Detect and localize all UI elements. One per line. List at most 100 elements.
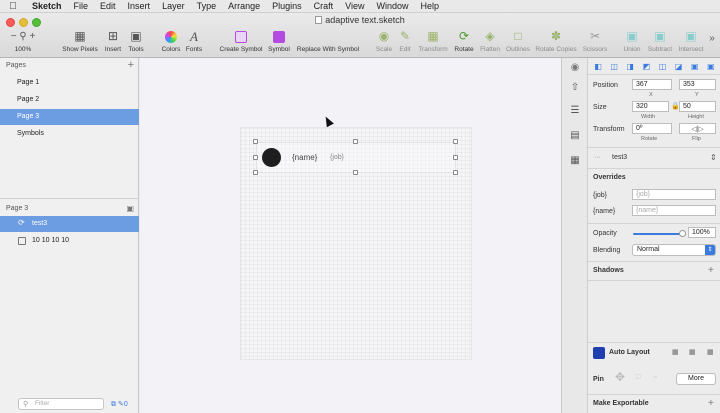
outlines-button[interactable]: □ Outlines [504,29,532,53]
menu-insert[interactable]: Insert [122,1,157,11]
layer-item-text[interactable]: 10 10 10 10 [0,233,139,249]
toolbar-overflow-button[interactable]: » [706,31,718,46]
align-left-icon[interactable]: ◧ [594,62,602,71]
resize-handle-right[interactable] [453,155,458,160]
zoom-in-button[interactable]: + [29,31,35,42]
resize-handle-left[interactable] [253,155,258,160]
insert-button[interactable]: ⊞ Insert [101,29,125,53]
menu-plugins[interactable]: Plugins [266,1,308,11]
autolayout-option-1-icon[interactable]: ▦ [672,348,679,356]
show-pixels-button[interactable]: ▦ Show Pixels [60,29,100,53]
zoom-out-button[interactable]: − [11,31,17,42]
menu-type[interactable]: Type [191,1,223,11]
opacity-input[interactable]: 100% [688,227,716,238]
opacity-slider-knob[interactable] [679,230,686,237]
flip-buttons[interactable]: ◁|▷ [679,123,716,134]
symbol-chevron-icon[interactable]: ⇕ [710,153,717,162]
resize-handle-bottom-left[interactable] [253,170,258,175]
override-job-input[interactable]: {job} [632,189,716,200]
menu-sketch[interactable]: Sketch [26,1,68,11]
share-icon[interactable]: ⇧ [567,80,583,96]
zoom-window-button[interactable] [32,18,41,27]
pin-option-icon[interactable]: □ [636,374,640,381]
x-position-input[interactable]: 367 [632,79,672,90]
apple-menu-icon[interactable]:  [0,1,26,12]
page-item-2[interactable]: Page 2 [0,92,139,108]
menu-layer[interactable]: Layer [156,1,191,11]
distribute-h-icon[interactable]: ▣ [691,62,699,71]
layer-filter-input[interactable]: ⚲ Filter [18,398,104,410]
menu-edit[interactable]: Edit [94,1,122,11]
resize-handle-top-left[interactable] [253,139,258,144]
grid-icon[interactable]: ▦ [567,153,583,169]
autolayout-option-2-icon[interactable]: ▦ [689,348,696,356]
menu-help[interactable]: Help [415,1,446,11]
union-button[interactable]: ▣ Union [620,29,644,53]
align-top-icon[interactable]: ◩ [643,62,651,71]
resize-handle-top-right[interactable] [453,139,458,144]
resize-handle-bottom-right[interactable] [453,170,458,175]
colors-button[interactable]: Colors [160,29,182,53]
shadows-heading: Shadows [593,267,624,274]
close-window-button[interactable] [6,18,15,27]
flip-horizontal-icon[interactable]: ◁ [691,126,696,133]
selected-symbol-instance[interactable]: {name} {job} [256,142,456,173]
scale-button[interactable]: ◉ Scale [374,29,394,53]
menu-file[interactable]: File [68,1,95,11]
add-shadow-button[interactable]: + [708,265,714,276]
create-symbol-button[interactable]: Create Symbol [218,29,264,53]
pin-diagram-icon[interactable]: ✥ [615,370,625,384]
add-page-button[interactable]: + [128,59,134,71]
width-input[interactable]: 320 [632,101,669,112]
y-position-input[interactable]: 353 [679,79,716,90]
rotate-copies-button[interactable]: ✽ Rotate Copies [534,29,578,53]
align-center-h-icon[interactable]: ◫ [610,62,618,71]
override-name-input[interactable]: {name} [632,205,716,216]
menu-window[interactable]: Window [371,1,415,11]
intersect-button[interactable]: ▣ Intersect [676,29,706,53]
edit-button[interactable]: ✎ Edit [396,29,414,53]
minimize-window-button[interactable] [19,18,28,27]
menu-arrange[interactable]: Arrange [222,1,266,11]
align-middle-icon[interactable]: ◫ [659,62,667,71]
page-item-1[interactable]: Page 1 [0,75,139,91]
resize-handle-bottom[interactable] [353,170,358,175]
resize-handle-top[interactable] [353,139,358,144]
replace-with-symbol-button[interactable]: Replace With Symbol [294,29,362,53]
layer-item-test3[interactable]: ⟳ test3 [0,216,139,232]
craft-icon[interactable]: ◉ [567,60,583,76]
fonts-button[interactable]: A Fonts [184,29,204,53]
tools-button[interactable]: ▣ Tools [125,29,147,53]
flip-vertical-icon[interactable]: ▷ [698,126,703,133]
data-icon[interactable]: ▤ [567,128,583,144]
rotate-button[interactable]: ⟳ Rotate [452,29,476,53]
subtract-button[interactable]: ▣ Subtract [646,29,674,53]
distribute-v-icon[interactable]: ▣ [707,62,715,71]
rotate-input[interactable]: 0º [632,123,672,134]
align-bottom-icon[interactable]: ◪ [675,62,683,71]
pin-arrow-icon[interactable]: ▫ [654,374,656,381]
add-export-button[interactable]: + [708,398,714,409]
collapse-layers-icon[interactable]: ▣ [126,204,134,213]
align-right-icon[interactable]: ◨ [627,62,635,71]
transform-button[interactable]: ▦ Transform [416,29,450,53]
more-button[interactable]: More [676,373,716,385]
panel-divider[interactable] [0,198,139,199]
symbol-button[interactable]: Symbol [266,29,292,53]
scissors-button[interactable]: ✂ Scissors [580,29,610,53]
page-item-symbols[interactable]: Symbols [0,126,139,142]
stack-icon[interactable]: ☰ [567,103,583,119]
symbols-filter-icon[interactable]: ⧉ [111,401,116,408]
symbol-master-select[interactable]: test3 [612,154,627,161]
flatten-button[interactable]: ◈ Flatten [478,29,502,53]
blending-select[interactable]: Normal ⇕ [632,244,716,256]
height-input[interactable]: 50 [679,101,716,112]
page-item-3[interactable]: Page 3 [0,109,139,125]
edit-icon: ✎ [399,29,411,43]
autolayout-option-3-icon[interactable]: ▦ [707,348,714,356]
canvas[interactable]: {name} {job} [140,58,587,413]
layer-filter-options[interactable]: ⧉ ✎0 [111,400,128,409]
menu-view[interactable]: View [339,1,370,11]
menu-craft[interactable]: Craft [308,1,340,11]
opacity-slider[interactable] [633,230,686,237]
